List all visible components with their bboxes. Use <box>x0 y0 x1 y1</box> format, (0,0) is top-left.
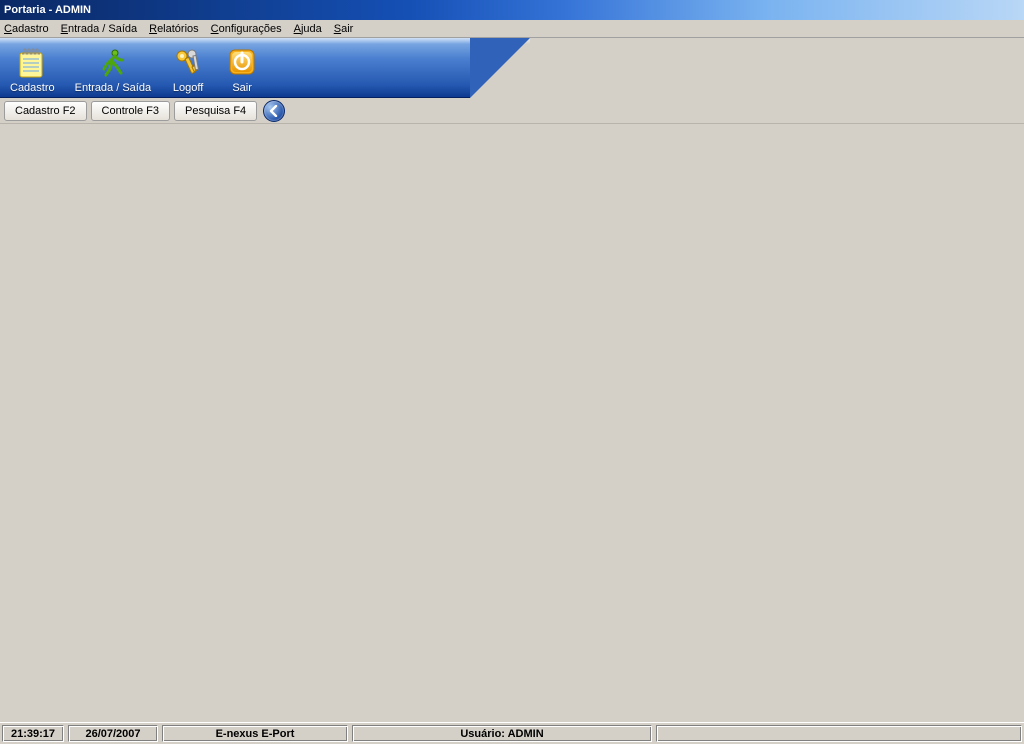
notepad-icon <box>15 46 49 80</box>
content-area <box>0 124 1024 722</box>
titlebar: Portaria - ADMIN <box>0 0 1024 20</box>
menubar: Cadastro Entrada / Saída Relatórios Conf… <box>0 20 1024 38</box>
status-user: Usuário: ADMIN <box>352 725 652 742</box>
status-date: 26/07/2007 <box>68 725 158 742</box>
toolbar-cadastro-label: Cadastro <box>10 82 55 94</box>
status-empty <box>656 725 1022 742</box>
status-time: 21:39:17 <box>2 725 64 742</box>
tab-cadastro[interactable]: Cadastro F2 <box>4 101 87 121</box>
menu-cadastro[interactable]: Cadastro <box>4 23 49 35</box>
toolbar-logoff-label: Logoff <box>173 82 203 94</box>
toolbar-sair-label: Sair <box>232 82 252 94</box>
status-app-name: E-nexus E-Port <box>162 725 348 742</box>
toolbar: Cadastro Entrada / Saída <box>0 38 1024 98</box>
menu-sair[interactable]: Sair <box>334 23 354 35</box>
toolbar-cadastro-button[interactable]: Cadastro <box>0 38 65 98</box>
toolbar-sair-button[interactable]: Sair <box>215 38 269 98</box>
running-person-icon <box>96 46 130 80</box>
tab-pesquisa[interactable]: Pesquisa F4 <box>174 101 257 121</box>
toolbar-entrada-saida-button[interactable]: Entrada / Saída <box>65 38 161 98</box>
keys-icon <box>171 46 205 80</box>
window-title: Portaria - ADMIN <box>4 4 91 16</box>
menu-entrada-saida[interactable]: Entrada / Saída <box>61 23 137 35</box>
toolbar-logoff-button[interactable]: Logoff <box>161 38 215 98</box>
back-button[interactable] <box>263 100 285 122</box>
arrow-left-icon <box>268 105 280 117</box>
menu-relatorios[interactable]: Relatórios <box>149 23 199 35</box>
toolbar-entrada-saida-label: Entrada / Saída <box>75 82 151 94</box>
menu-ajuda[interactable]: Ajuda <box>294 23 322 35</box>
menu-configuracoes[interactable]: Configurações <box>211 23 282 35</box>
tab-controle[interactable]: Controle F3 <box>91 101 170 121</box>
power-icon <box>225 46 259 80</box>
sub-toolbar: Cadastro F2 Controle F3 Pesquisa F4 <box>0 98 1024 124</box>
statusbar: 21:39:17 26/07/2007 E-nexus E-Port Usuár… <box>0 722 1024 744</box>
